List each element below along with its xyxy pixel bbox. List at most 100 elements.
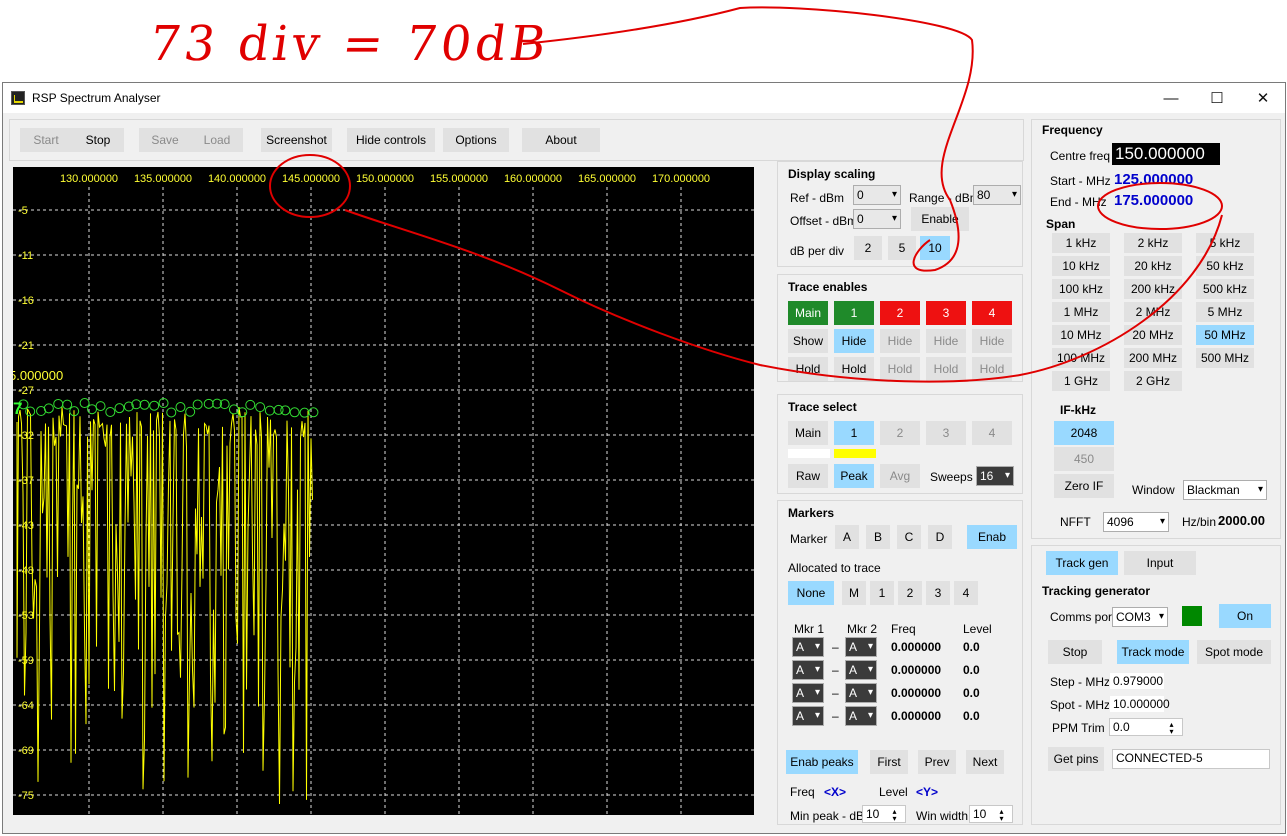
hold-1-button[interactable]: Hold	[834, 357, 874, 381]
trace-select-3[interactable]: 3	[926, 421, 966, 445]
trace-enable-2[interactable]: 2	[880, 301, 920, 325]
centre-freq-input[interactable]: 150.000000	[1112, 143, 1220, 165]
marker-row-mkr2-select[interactable]: A	[845, 660, 877, 680]
load-button[interactable]: Load	[191, 128, 243, 152]
marker-row-mkr1-select[interactable]: A	[792, 706, 824, 726]
span-button[interactable]: 500 kHz	[1196, 279, 1254, 299]
hide-3-button[interactable]: Hide	[926, 329, 966, 353]
hide-4-button[interactable]: Hide	[972, 329, 1012, 353]
span-button[interactable]: 2 GHz	[1124, 371, 1182, 391]
alloc-1-button[interactable]: 1	[870, 581, 894, 605]
spot-mhz-input[interactable]: 10.000000	[1109, 695, 1170, 713]
maximize-icon[interactable]: ☐	[1194, 83, 1240, 113]
tracking-stop-button[interactable]: Stop	[1048, 640, 1102, 664]
alloc-m-button[interactable]: M	[842, 581, 866, 605]
marker-a-button[interactable]: A	[835, 525, 859, 549]
span-button[interactable]: 1 GHz	[1052, 371, 1110, 391]
trace-enable-1[interactable]: 1	[834, 301, 874, 325]
save-button[interactable]: Save	[139, 128, 191, 152]
alloc-none-button[interactable]: None	[788, 581, 834, 605]
peak-button[interactable]: Peak	[834, 464, 874, 488]
marker-row-mkr1-select[interactable]: A	[792, 660, 824, 680]
enab-peaks-button[interactable]: Enab peaks	[786, 750, 858, 774]
span-button[interactable]: 100 kHz	[1052, 279, 1110, 299]
marker-c-button[interactable]: C	[897, 525, 921, 549]
tracking-on-button[interactable]: On	[1219, 604, 1271, 628]
hide-1-button[interactable]: Hide	[834, 329, 874, 353]
span-button[interactable]: 50 MHz	[1196, 325, 1254, 345]
span-button[interactable]: 5 MHz	[1196, 302, 1254, 322]
marker-enab-button[interactable]: Enab	[967, 525, 1017, 549]
min-peak-input[interactable]: 10	[862, 805, 906, 823]
spot-mode-button[interactable]: Spot mode	[1197, 640, 1271, 664]
marker-row-mkr1-select[interactable]: A	[792, 637, 824, 657]
hold-main-button[interactable]: Hold	[788, 357, 828, 381]
start-button[interactable]: Start	[20, 128, 72, 152]
span-button[interactable]: 500 MHz	[1196, 348, 1254, 368]
alloc-3-button[interactable]: 3	[926, 581, 950, 605]
sweeps-select[interactable]: 16	[976, 466, 1014, 486]
offset-select[interactable]: 0	[853, 209, 901, 229]
track-mode-button[interactable]: Track mode	[1117, 640, 1189, 664]
span-button[interactable]: 2 MHz	[1124, 302, 1182, 322]
show-main-button[interactable]: Show	[788, 329, 828, 353]
next-peak-button[interactable]: Next	[966, 750, 1004, 774]
span-button[interactable]: 20 kHz	[1124, 256, 1182, 276]
hold-2-button[interactable]: Hold	[880, 357, 920, 381]
hold-4-button[interactable]: Hold	[972, 357, 1012, 381]
span-button[interactable]: 200 kHz	[1124, 279, 1182, 299]
marker-b-button[interactable]: B	[866, 525, 890, 549]
raw-button[interactable]: Raw	[788, 464, 828, 488]
trace-enable-3[interactable]: 3	[926, 301, 966, 325]
span-button[interactable]: 2 kHz	[1124, 233, 1182, 253]
spectrum-plot[interactable]: 130.000000 135.000000 140.000000 145.000000…	[13, 167, 754, 815]
marker-row-mkr2-select[interactable]: A	[845, 683, 877, 703]
about-button[interactable]: About	[522, 128, 600, 152]
hide-controls-button[interactable]: Hide controls	[347, 128, 435, 152]
marker-row-mkr1-select[interactable]: A	[792, 683, 824, 703]
get-pins-button[interactable]: Get pins	[1048, 747, 1104, 771]
minimize-icon[interactable]: —	[1148, 83, 1194, 113]
alloc-2-button[interactable]: 2	[898, 581, 922, 605]
db-per-div-5-button[interactable]: 5	[888, 236, 916, 260]
ppm-trim-input[interactable]: 0.0	[1109, 718, 1183, 736]
range-select[interactable]: 80	[973, 185, 1021, 205]
close-icon[interactable]: ✕	[1240, 83, 1286, 113]
span-button[interactable]: 20 MHz	[1124, 325, 1182, 345]
span-button[interactable]: 50 kHz	[1196, 256, 1254, 276]
enable-offset-button[interactable]: Enable	[911, 207, 969, 231]
zero-if-button[interactable]: Zero IF	[1054, 474, 1114, 498]
comms-port-select[interactable]: COM3	[1112, 607, 1168, 627]
nfft-select[interactable]: 4096	[1103, 512, 1169, 532]
window-select[interactable]: Blackman	[1183, 480, 1267, 500]
span-button[interactable]: 10 MHz	[1052, 325, 1110, 345]
alloc-4-button[interactable]: 4	[954, 581, 978, 605]
marker-row-mkr2-select[interactable]: A	[845, 706, 877, 726]
screenshot-button[interactable]: Screenshot	[261, 128, 332, 152]
track-gen-tab[interactable]: Track gen	[1046, 551, 1118, 575]
trace-select-main[interactable]: Main	[788, 421, 828, 445]
step-mhz-input[interactable]: 0.979000	[1109, 672, 1165, 690]
hide-2-button[interactable]: Hide	[880, 329, 920, 353]
prev-peak-button[interactable]: Prev	[918, 750, 956, 774]
avg-button[interactable]: Avg	[880, 464, 920, 488]
trace-select-4[interactable]: 4	[972, 421, 1012, 445]
first-peak-button[interactable]: First	[870, 750, 908, 774]
if-2048-button[interactable]: 2048	[1054, 421, 1114, 445]
trace-select-2[interactable]: 2	[880, 421, 920, 445]
db-per-div-10-button[interactable]: 10	[920, 236, 950, 260]
span-button[interactable]: 200 MHz	[1124, 348, 1182, 368]
ref-select[interactable]: 0	[853, 185, 901, 205]
win-width-input[interactable]: 10	[969, 805, 1013, 823]
stop-button[interactable]: Stop	[72, 128, 124, 152]
span-button[interactable]: 5 kHz	[1196, 233, 1254, 253]
marker-d-button[interactable]: D	[928, 525, 952, 549]
marker-row-mkr2-select[interactable]: A	[845, 637, 877, 657]
db-per-div-2-button[interactable]: 2	[854, 236, 882, 260]
input-tab[interactable]: Input	[1124, 551, 1196, 575]
span-button[interactable]: 1 MHz	[1052, 302, 1110, 322]
if-450-button[interactable]: 450	[1054, 447, 1114, 471]
hold-3-button[interactable]: Hold	[926, 357, 966, 381]
options-button[interactable]: Options	[443, 128, 509, 152]
trace-select-1[interactable]: 1	[834, 421, 874, 445]
